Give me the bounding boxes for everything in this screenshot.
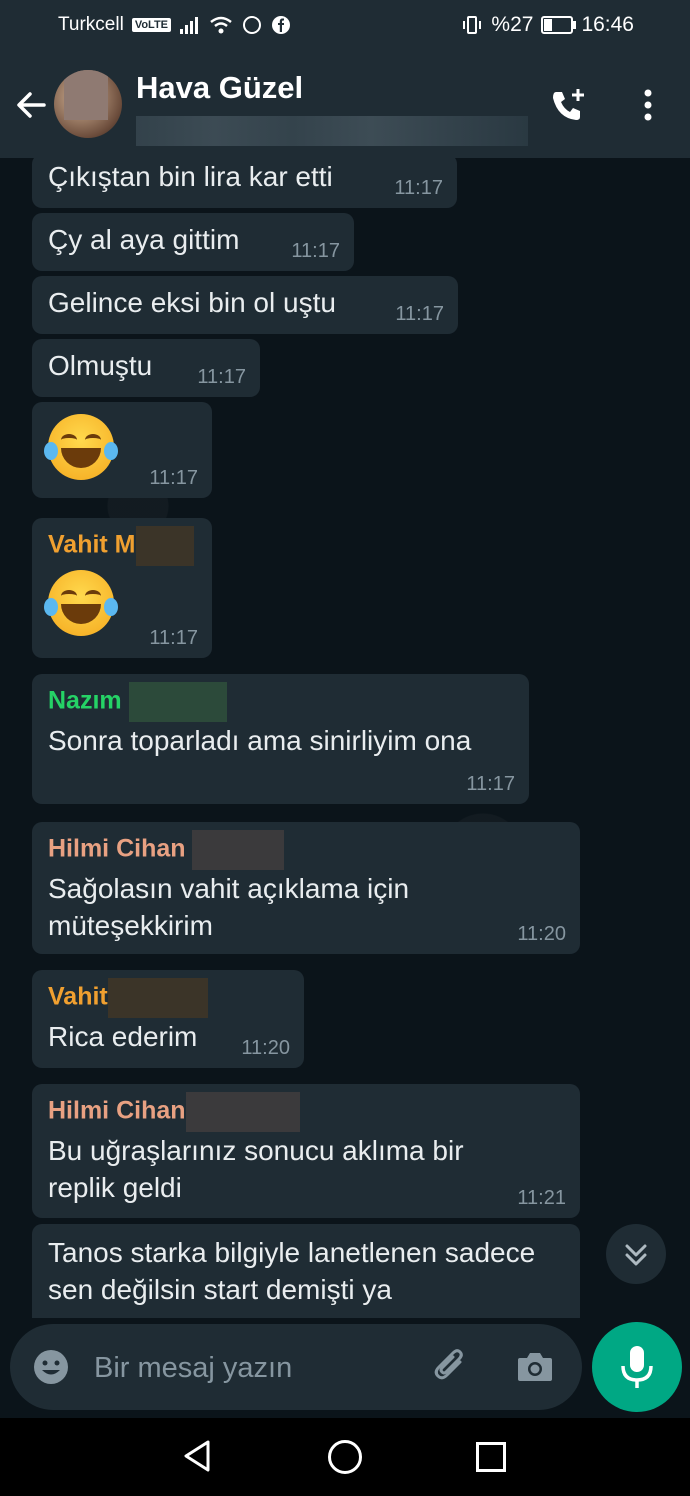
- system-nav-bar: [0, 1418, 690, 1496]
- nav-recents-icon[interactable]: [476, 1442, 506, 1472]
- sync-icon: [243, 16, 262, 34]
- message-bubble[interactable]: Vahit Rica ederim 11:20: [32, 970, 304, 1068]
- chevron-double-down-icon: [625, 1244, 647, 1266]
- voice-message-button[interactable]: [592, 1322, 682, 1412]
- chat-title[interactable]: Hava Güzel: [136, 70, 303, 106]
- sender-label: Nazım: [48, 686, 122, 715]
- message-time: 11:20: [517, 923, 566, 945]
- battery-icon: [541, 16, 577, 34]
- message-bubble[interactable]: Hilmi Cihan Sağolasın vahit açıklama içi…: [32, 822, 580, 954]
- redacted-block: [128, 682, 227, 722]
- sender-label: Vahit: [48, 982, 108, 1011]
- message-time: 11:21: [517, 1187, 566, 1209]
- message-input[interactable]: [92, 1344, 416, 1392]
- chat-header: Hava Güzel: [0, 52, 690, 158]
- sender-label: Hilmi Cihan: [48, 834, 186, 863]
- sender-name: Hilmi Cihan: [48, 1092, 470, 1132]
- message-time: 11:17: [395, 303, 444, 325]
- status-bar: Turkcell VoLTE %27 16:46: [0, 0, 690, 52]
- sender-name: Nazım: [48, 682, 513, 722]
- message-bubble[interactable]: Tanos starka bilgiyle lanetlenen sadece …: [32, 1224, 580, 1318]
- message-time: 11:17: [291, 240, 340, 262]
- composer: [10, 1324, 582, 1410]
- message-time: 11:17: [394, 177, 443, 199]
- add-call-icon[interactable]: [548, 86, 588, 126]
- message-time: 11:17: [466, 773, 515, 795]
- avatar[interactable]: [54, 70, 122, 138]
- attach-icon[interactable]: [430, 1346, 472, 1388]
- vibrate-icon: [463, 16, 482, 34]
- message-bubble[interactable]: Vahit M 11:17: [32, 518, 212, 658]
- sender-label: Vahit M: [48, 530, 136, 559]
- participants-redacted: [136, 116, 528, 146]
- volte-badge: VoLTE: [131, 18, 172, 32]
- scroll-to-bottom-button[interactable]: [606, 1224, 666, 1284]
- emoji-icon[interactable]: [32, 1348, 70, 1386]
- mic-icon: [621, 1346, 653, 1388]
- message-list[interactable]: Çıkıştan bin lira kar etti 11:17 Çy al a…: [0, 158, 690, 1318]
- battery-percent: %27: [491, 13, 534, 36]
- sender-name: Hilmi Cihan: [48, 830, 460, 870]
- nav-back-icon[interactable]: [180, 1438, 216, 1474]
- wifi-icon: [210, 16, 232, 34]
- sender-label: Hilmi Cihan: [48, 1096, 186, 1125]
- message-bubble[interactable]: Hilmi Cihan Bu uğraşlarınız sonucu aklım…: [32, 1084, 580, 1218]
- message-bubble[interactable]: Çıkıştan bin lira kar etti 11:17: [32, 158, 457, 208]
- message-time: 11:17: [149, 627, 198, 649]
- message-text: Çıkıştan bin lira kar etti: [48, 161, 333, 192]
- message-text: Sonra toparladı ama sinirliyim ona: [48, 725, 472, 756]
- sender-name: Vahit: [48, 978, 288, 1018]
- message-bubble[interactable]: Nazım Sonra toparladı ama sinirliyim ona…: [32, 674, 529, 804]
- nav-home-icon[interactable]: [328, 1440, 362, 1474]
- message-time: 11:17: [149, 467, 198, 489]
- redacted-block: [135, 526, 194, 566]
- laughing-tears-emoji-icon: [44, 414, 118, 480]
- laughing-tears-emoji-icon: [44, 570, 118, 636]
- facebook-icon: [272, 16, 291, 34]
- message-text: Bu uğraşlarınız sonucu aklıma bir replik…: [48, 1135, 464, 1203]
- message-text: Tanos starka bilgiyle lanetlenen sadece …: [48, 1237, 536, 1305]
- carrier-label: Turkcell: [58, 14, 124, 35]
- redacted-block: [192, 830, 285, 870]
- more-vert-icon[interactable]: [640, 88, 656, 122]
- message-time: 11:20: [241, 1037, 290, 1059]
- message-text: Gelince eksi bin ol uştu: [48, 287, 336, 318]
- message-bubble[interactable]: Olmuştu 11:17: [32, 339, 260, 397]
- signal-icon: [180, 17, 199, 34]
- redacted-block: [107, 978, 208, 1018]
- back-arrow-icon[interactable]: [14, 88, 48, 122]
- sender-name: Vahit M: [48, 526, 196, 566]
- message-time: 11:17: [197, 366, 246, 388]
- message-bubble[interactable]: 11:17: [32, 402, 212, 498]
- redacted-block: [185, 1092, 300, 1132]
- message-bubble[interactable]: Gelince eksi bin ol uştu 11:17: [32, 276, 458, 334]
- message-bubble[interactable]: Çy al aya gittim 11:17: [32, 213, 354, 271]
- camera-icon[interactable]: [514, 1346, 556, 1388]
- message-text: Sağolasın vahit açıklama için müteşekkir…: [48, 873, 410, 941]
- clock: 16:46: [581, 13, 634, 36]
